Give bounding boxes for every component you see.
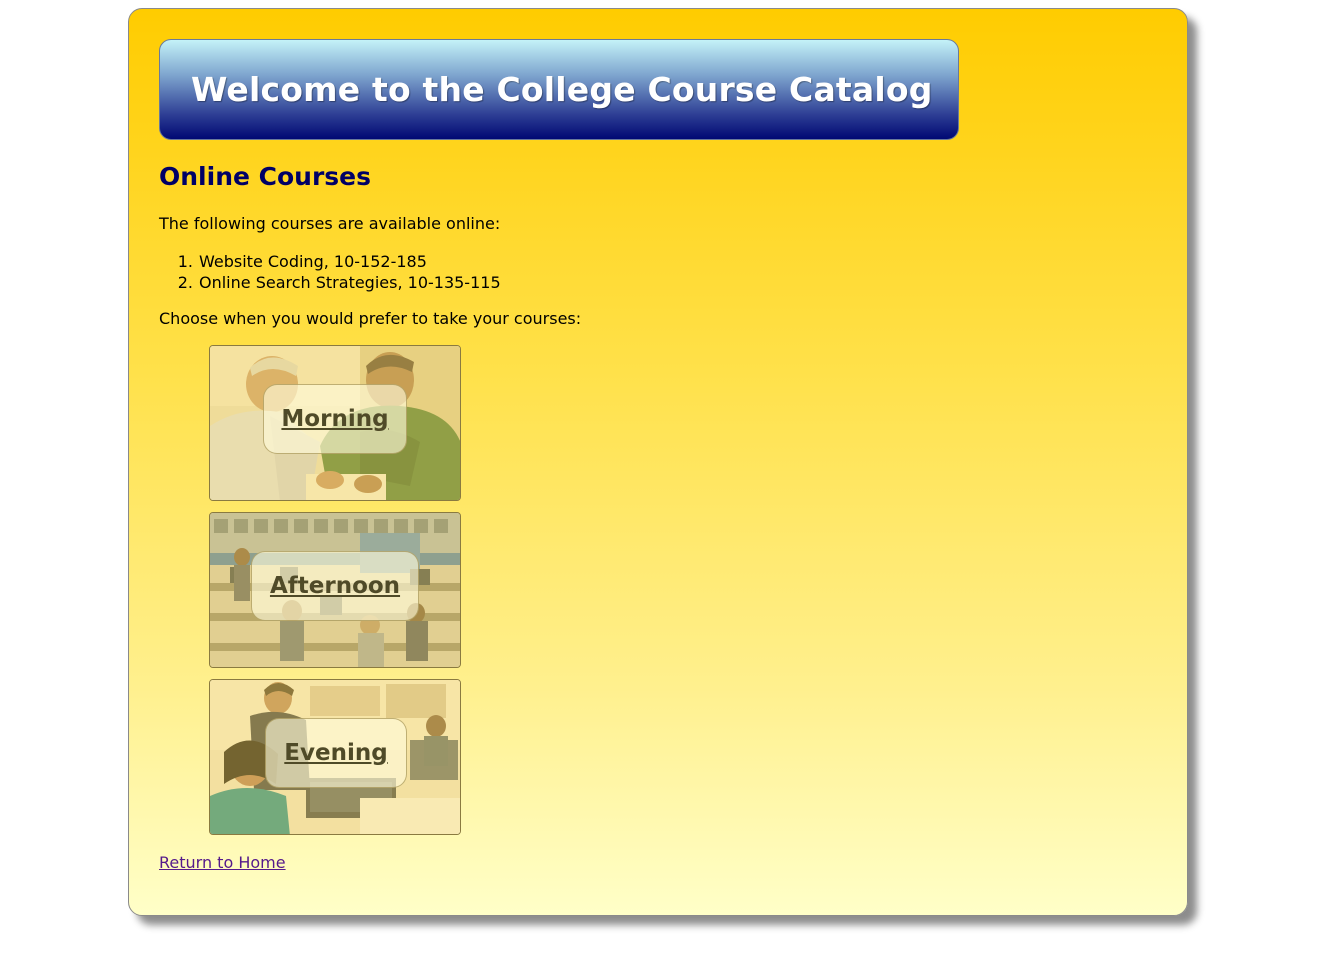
section-title: Online Courses (159, 162, 372, 191)
intro-text: The following courses are available onli… (159, 214, 501, 233)
schedule-prompt: Choose when you would prefer to take you… (159, 309, 582, 328)
afternoon-tile[interactable]: Afternoon (209, 512, 461, 668)
morning-link[interactable]: Morning (281, 406, 388, 432)
afternoon-link[interactable]: Afternoon (270, 573, 400, 599)
course-label: Website Coding, 10-152-185 (199, 252, 427, 271)
evening-link[interactable]: Evening (284, 740, 387, 766)
evening-tile[interactable]: Evening (209, 679, 461, 835)
list-number: 2. (177, 273, 193, 292)
course-list: 1. Website Coding, 10-152-185 2. Online Se… (159, 251, 501, 293)
course-label: Online Search Strategies, 10-135-115 (199, 273, 501, 292)
morning-tile[interactable]: Morning (209, 345, 461, 501)
morning-label-box[interactable]: Morning (263, 384, 407, 454)
afternoon-label-box[interactable]: Afternoon (251, 551, 419, 621)
list-item: 1. Website Coding, 10-152-185 (159, 251, 501, 272)
evening-label-box[interactable]: Evening (265, 718, 407, 788)
page-title: Welcome to the College Course Catalog (191, 70, 933, 109)
header-banner: Welcome to the College Course Catalog (159, 39, 959, 140)
page-container: Welcome to the College Course Catalog On… (128, 8, 1188, 916)
return-home-link[interactable]: Return to Home (159, 853, 286, 872)
list-item: 2. Online Search Strategies, 10-135-115 (159, 272, 501, 293)
list-number: 1. (177, 252, 193, 271)
